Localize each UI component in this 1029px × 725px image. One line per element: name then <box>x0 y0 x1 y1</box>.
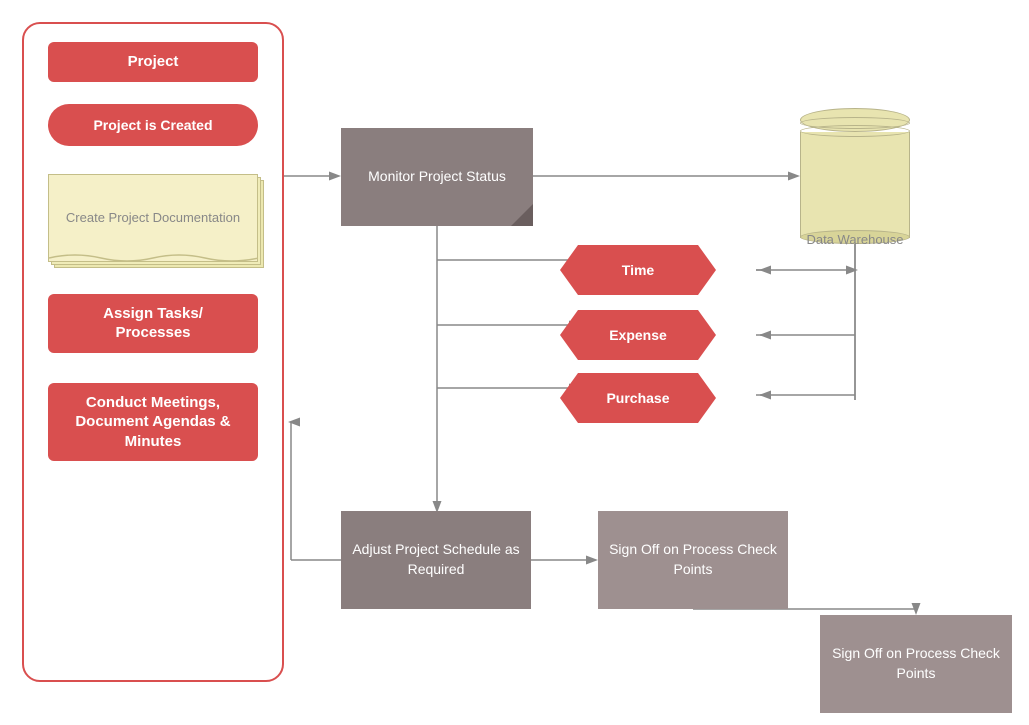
signoff2-box: Sign Off on Process Check Points <box>820 615 1012 713</box>
expense-hex-container: Expense <box>578 310 698 360</box>
assign-tasks-shape: Assign Tasks/ Processes <box>48 294 258 353</box>
project-created-shape: Project is Created <box>48 104 258 146</box>
purchase-hex: Purchase <box>578 373 698 423</box>
signoff1-box: Sign Off on Process Check Points <box>598 511 788 609</box>
time-hex-container: Time <box>578 245 698 295</box>
time-hex: Time <box>578 245 698 295</box>
left-panel: Project Project is Created Create Projec… <box>22 22 284 682</box>
cylinder-body <box>800 132 910 238</box>
cylinder-top <box>800 108 910 132</box>
monitor-project-box: Monitor Project Status <box>341 128 533 226</box>
diagram-canvas: Project Project is Created Create Projec… <box>0 0 1029 725</box>
data-warehouse-label: Data Warehouse <box>800 232 910 247</box>
purchase-hex-container: Purchase <box>578 373 698 423</box>
create-docs-shape: Create Project Documentation <box>48 174 258 262</box>
project-title: Project <box>48 42 258 82</box>
data-warehouse-cylinder <box>800 108 910 238</box>
expense-hex: Expense <box>578 310 698 360</box>
conduct-meetings-shape: Conduct Meetings, Document Agendas & Min… <box>48 383 258 462</box>
adjust-schedule-box: Adjust Project Schedule as Required <box>341 511 531 609</box>
cylinder-line2 <box>800 125 910 137</box>
